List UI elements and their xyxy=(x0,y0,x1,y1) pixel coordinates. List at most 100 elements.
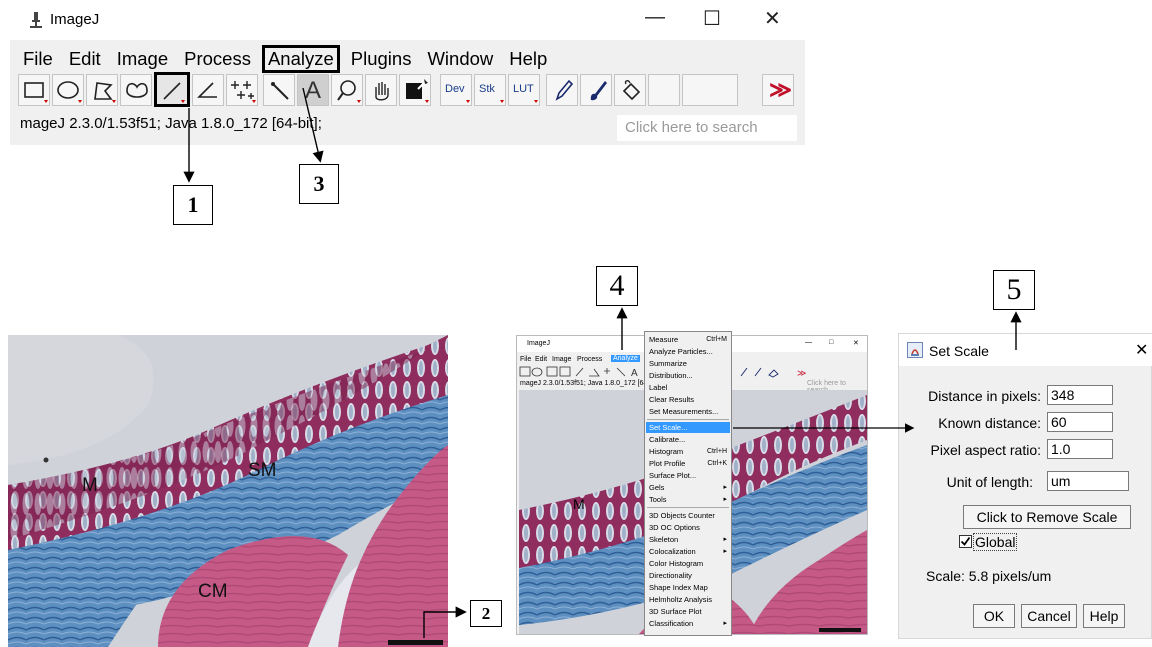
set-scale-title: Set Scale xyxy=(929,343,989,359)
menu-item-shape-index-map[interactable]: Shape Index Map xyxy=(649,582,708,594)
multipoint-tool[interactable] xyxy=(226,74,258,106)
scale-readout: Scale: 5.8 pixels/um xyxy=(926,568,1052,584)
label-circular-muscle: CM xyxy=(198,581,228,602)
menu-item-measure[interactable]: Measure xyxy=(649,334,678,346)
menu-analyze[interactable]: Analyze xyxy=(261,45,340,73)
menu-file[interactable]: File xyxy=(18,45,58,73)
menu-item-histogram[interactable]: Histogram xyxy=(649,446,683,458)
known-distance-field[interactable]: 60 xyxy=(1047,412,1113,432)
menu-item-shortcut: Ctrl+K xyxy=(707,460,727,467)
mini-menu-image[interactable]: Image xyxy=(552,356,571,363)
close-button[interactable]: ✕ xyxy=(1135,340,1148,360)
magnifier-tool[interactable] xyxy=(331,74,363,106)
mini-maximize-button[interactable]: □ xyxy=(829,339,833,346)
menu-image[interactable]: Image xyxy=(112,45,173,73)
menu-plugins[interactable]: Plugins xyxy=(346,45,417,73)
checkmark-icon xyxy=(960,536,971,546)
menu-item-color-histogram[interactable]: Color Histogram xyxy=(649,558,703,570)
color-picker-tool[interactable] xyxy=(399,74,431,106)
remove-scale-button[interactable]: Click to Remove Scale xyxy=(963,505,1131,529)
menu-process[interactable]: Process xyxy=(179,45,256,73)
mini-close-button[interactable]: ✕ xyxy=(853,339,859,347)
search-field[interactable]: Click here to search xyxy=(617,115,797,141)
mini-menu-analyze[interactable]: Analyze xyxy=(611,355,640,362)
pencil-tool[interactable] xyxy=(546,74,578,106)
menu-item-surface-plot[interactable]: Surface Plot... xyxy=(649,470,696,482)
menu-item-classification[interactable]: Classification xyxy=(649,618,693,630)
menu-item-tools[interactable]: Tools xyxy=(649,494,667,506)
scrolling-tool[interactable] xyxy=(365,74,397,106)
mini-menu-file[interactable]: File xyxy=(520,356,531,363)
menu-item-colocalization[interactable]: Colocalization xyxy=(649,546,696,558)
pixel-aspect-ratio-label: Pixel aspect ratio: xyxy=(930,442,1042,458)
help-button[interactable]: Help xyxy=(1083,604,1125,628)
menu-item-set-scale[interactable]: Set Scale... xyxy=(649,422,687,434)
svg-text:A: A xyxy=(631,368,638,378)
submenu-arrow-icon: ▸ xyxy=(723,484,727,491)
oval-tool[interactable] xyxy=(52,74,84,106)
more-tools-button[interactable]: ≫ xyxy=(762,74,794,106)
global-checkbox[interactable] xyxy=(959,535,972,548)
menu-item-3d-objects-counter[interactable]: 3D Objects Counter xyxy=(649,510,715,522)
menu-item-calibrate[interactable]: Calibrate... xyxy=(649,434,685,446)
status-bar: mageJ 2.3.0/1.53f51; Java 1.8.0_172 [64-… xyxy=(20,115,322,132)
callout-5: 5 xyxy=(993,270,1035,310)
menu-item-3d-surface-plot[interactable]: 3D Surface Plot xyxy=(649,606,702,618)
mini-status-bar: mageJ 2.3.0/1.53f51; Java 1.8.0_172 [64-… xyxy=(520,380,661,387)
straight-line-tool[interactable] xyxy=(154,72,190,107)
histology-picture xyxy=(8,335,448,647)
wand-tool[interactable] xyxy=(263,74,295,106)
minimize-button[interactable]: — xyxy=(645,6,665,29)
menu-item-set-measurements[interactable]: Set Measurements... xyxy=(649,406,718,418)
menu-window[interactable]: Window xyxy=(422,45,498,73)
flood-fill-tool[interactable] xyxy=(614,74,646,106)
menu-item-analyze-particles[interactable]: Analyze Particles... xyxy=(649,346,713,358)
ok-button[interactable]: OK xyxy=(973,604,1015,628)
menu-edit[interactable]: Edit xyxy=(64,45,106,73)
window-title: ImageJ xyxy=(50,11,100,28)
mini-title: ImageJ xyxy=(527,340,550,347)
rectangle-tool[interactable] xyxy=(18,74,50,106)
mini-toolbar: A xyxy=(519,365,645,379)
menu-item-label[interactable]: Label xyxy=(649,382,667,394)
freehand-tool[interactable] xyxy=(120,74,152,106)
brush-tool[interactable] xyxy=(580,74,612,106)
menu-item-shortcut: Ctrl+H xyxy=(706,448,727,455)
submenu-arrow-icon: ▸ xyxy=(723,536,727,543)
dev-menu-button[interactable]: Dev xyxy=(440,74,472,106)
cancel-button[interactable]: Cancel xyxy=(1021,604,1077,628)
lut-menu-button[interactable]: LUT xyxy=(508,74,540,106)
menu-item-skeleton[interactable]: Skeleton xyxy=(649,534,678,546)
close-button[interactable]: ✕ xyxy=(764,6,781,31)
menu-item-distribution[interactable]: Distribution... xyxy=(649,370,693,382)
menu-item-clear-results[interactable]: Clear Results xyxy=(649,394,694,406)
menu-item-3d-oc-options[interactable]: 3D OC Options xyxy=(649,522,700,534)
svg-text:≫: ≫ xyxy=(797,368,806,378)
toolbar: A Dev Stk LUT ≫ xyxy=(18,72,803,108)
stk-menu-button[interactable]: Stk xyxy=(474,74,506,106)
menu-item-summarize[interactable]: Summarize xyxy=(649,358,687,370)
unit-of-length-field[interactable]: um xyxy=(1047,471,1129,491)
menu-item-helmholtz-analysis[interactable]: Helmholtz Analysis xyxy=(649,594,712,606)
mini-label-mucosa: M xyxy=(573,496,585,512)
mini-menu-process[interactable]: Process xyxy=(577,356,602,363)
mini-minimize-button[interactable]: — xyxy=(805,339,812,346)
angle-tool[interactable] xyxy=(192,74,224,106)
set-scale-dialog: Set Scale ✕ Distance in pixels: 348 Know… xyxy=(898,333,1152,639)
label-mucosa: M xyxy=(82,475,98,496)
menu-item-directionality[interactable]: Directionality xyxy=(649,570,692,582)
distance-in-pixels-label: Distance in pixels: xyxy=(928,388,1041,404)
empty-tool-slot xyxy=(648,74,680,106)
mini-menu-edit[interactable]: Edit xyxy=(535,356,547,363)
menu-help[interactable]: Help xyxy=(504,45,552,73)
distance-in-pixels-field[interactable]: 348 xyxy=(1047,385,1113,405)
polygon-tool[interactable] xyxy=(86,74,118,106)
callout-3: 3 xyxy=(299,164,339,204)
java-icon xyxy=(907,342,923,363)
menu-item-gels[interactable]: Gels xyxy=(649,482,664,494)
text-tool[interactable]: A xyxy=(297,74,329,106)
global-checkbox-label: Global xyxy=(973,533,1018,551)
pixel-aspect-ratio-field[interactable]: 1.0 xyxy=(1047,439,1113,459)
menu-item-plot-profile[interactable]: Plot Profile xyxy=(649,458,685,470)
maximize-button[interactable]: ☐ xyxy=(703,6,721,31)
